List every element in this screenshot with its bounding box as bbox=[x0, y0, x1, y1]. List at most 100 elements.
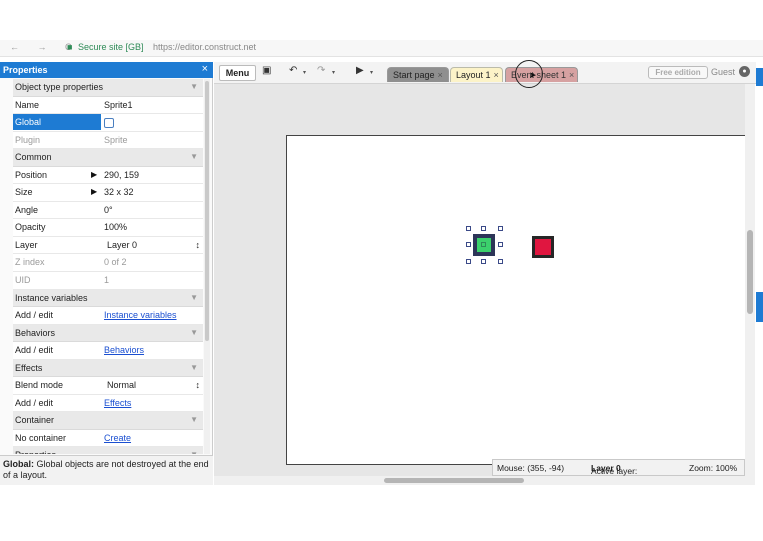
property-add-edit[interactable]: Add / edit Instance variables bbox=[13, 307, 203, 325]
property-link[interactable]: Instance variables bbox=[104, 310, 177, 320]
close-icon[interactable]: × bbox=[202, 63, 208, 75]
chevron-down-icon[interactable]: ▼ bbox=[190, 82, 198, 91]
property-value[interactable]: 32 x 32 bbox=[104, 187, 134, 197]
property-link[interactable]: Effects bbox=[104, 398, 131, 408]
property-angle[interactable]: Angle 0° bbox=[13, 201, 203, 220]
property-size[interactable]: Size ▶ 32 x 32 bbox=[13, 184, 203, 202]
undo-icon[interactable]: ↶ bbox=[289, 65, 297, 76]
resize-handle[interactable] bbox=[466, 242, 471, 247]
category-object-type-properties[interactable]: Object type properties ▼ bbox=[13, 79, 203, 97]
resize-handle[interactable] bbox=[481, 259, 486, 264]
vertical-scroll-thumb[interactable] bbox=[747, 230, 753, 314]
save-icon[interactable]: ▣ bbox=[262, 65, 271, 76]
property-blend-mode[interactable]: Blend mode Normal ↕ bbox=[13, 377, 203, 395]
sprite2-fill bbox=[535, 239, 551, 255]
chevron-down-icon[interactable]: ▾ bbox=[370, 69, 373, 76]
chevron-down-icon[interactable]: ▼ bbox=[190, 328, 198, 337]
properties-header: Properties × bbox=[0, 62, 213, 78]
mouse-position: Mouse: (355, -94) bbox=[497, 463, 565, 473]
category-container[interactable]: Container ▼ bbox=[13, 412, 203, 430]
property-value[interactable]: 290, 159 bbox=[104, 170, 139, 180]
property-global[interactable]: Global bbox=[13, 114, 203, 132]
global-checkbox[interactable] bbox=[104, 118, 114, 129]
resize-handle[interactable] bbox=[498, 259, 503, 264]
redo-icon[interactable]: ↷ bbox=[317, 65, 325, 76]
property-layer[interactable]: Layer Layer 0 ↕ bbox=[13, 236, 203, 255]
menu-button[interactable]: Menu bbox=[219, 65, 256, 81]
canvas-vertical-scrollbar[interactable] bbox=[745, 84, 755, 478]
close-icon[interactable]: × bbox=[569, 70, 574, 80]
property-add-edit[interactable]: Add / edit Effects bbox=[13, 394, 203, 413]
help-text: Global objects are not destroyed at the … bbox=[3, 459, 209, 480]
layout-canvas[interactable] bbox=[214, 84, 755, 478]
url-text[interactable]: https://editor.construct.net bbox=[153, 42, 256, 52]
property-name[interactable]: Name Sprite1 bbox=[13, 96, 203, 115]
property-key: Global bbox=[13, 114, 101, 131]
chevron-down-icon[interactable]: ▼ bbox=[190, 152, 198, 161]
property-position[interactable]: Position ▶ 290, 159 bbox=[13, 166, 203, 185]
category-label: Common bbox=[15, 152, 52, 163]
play-icon[interactable]: ▶ bbox=[356, 65, 364, 76]
property-no-container[interactable]: No container Create bbox=[13, 429, 203, 448]
property-key: Add / edit bbox=[15, 345, 54, 356]
property-link[interactable]: Create bbox=[104, 433, 131, 443]
select-arrows-icon[interactable]: ↕ bbox=[196, 380, 201, 390]
resize-handle[interactable] bbox=[466, 226, 471, 231]
resize-handle[interactable] bbox=[498, 242, 503, 247]
property-select[interactable]: Layer 0 bbox=[107, 240, 137, 250]
property-key: Blend mode bbox=[15, 380, 64, 391]
chevron-down-icon[interactable]: ▾ bbox=[303, 69, 306, 76]
category-behaviors[interactable]: Behaviors ▼ bbox=[13, 324, 203, 343]
tab-label: Layout 1 bbox=[456, 70, 491, 80]
category-instance-variables[interactable]: Instance variables ▼ bbox=[13, 289, 203, 308]
chevron-down-icon[interactable]: ▼ bbox=[190, 415, 198, 424]
guest-label[interactable]: Guest bbox=[711, 67, 735, 77]
expand-arrow-icon[interactable]: ▶ bbox=[91, 187, 97, 196]
resize-handle[interactable] bbox=[498, 226, 503, 231]
chevron-down-icon[interactable]: ▼ bbox=[190, 450, 198, 454]
property-value[interactable]: 0° bbox=[104, 205, 113, 215]
browser-address-bar: ← → C ■ Secure site [GB] https://editor.… bbox=[0, 40, 763, 57]
tab-start-page[interactable]: Start page × bbox=[387, 67, 449, 82]
sprite2-instance[interactable] bbox=[532, 236, 554, 258]
panel-tab[interactable] bbox=[756, 68, 763, 86]
expand-arrow-icon[interactable]: ▶ bbox=[91, 170, 97, 179]
property-z-index[interactable]: Z index 0 of 2 bbox=[13, 254, 203, 273]
property-opacity[interactable]: Opacity 100% bbox=[13, 219, 203, 237]
horizontal-scroll-thumb[interactable] bbox=[384, 478, 524, 483]
category-properties[interactable]: Properties ▼ bbox=[13, 447, 203, 454]
tab-layout-1[interactable]: Layout 1 × bbox=[450, 67, 503, 82]
canvas-horizontal-scrollbar[interactable] bbox=[214, 476, 755, 485]
chevron-down-icon[interactable]: ▾ bbox=[332, 69, 335, 76]
user-icon[interactable]: ● bbox=[739, 66, 750, 77]
category-common[interactable]: Common ▼ bbox=[13, 149, 203, 167]
properties-scrollbar[interactable] bbox=[204, 79, 210, 454]
property-value[interactable]: 100% bbox=[104, 222, 127, 232]
panel-tab[interactable] bbox=[756, 292, 763, 322]
help-term: Global: bbox=[3, 459, 34, 469]
property-key: Position bbox=[15, 169, 48, 180]
chevron-down-icon[interactable]: ▼ bbox=[190, 363, 198, 372]
property-key: Name bbox=[15, 99, 40, 110]
right-panel-edge bbox=[756, 62, 763, 485]
close-icon[interactable]: × bbox=[494, 70, 499, 80]
property-uid[interactable]: UID 1 bbox=[13, 272, 203, 290]
category-effects[interactable]: Effects ▼ bbox=[13, 359, 203, 378]
property-value[interactable]: Sprite1 bbox=[104, 100, 133, 110]
property-add-edit[interactable]: Add / edit Behaviors bbox=[13, 342, 203, 360]
property-plugin[interactable]: Plugin Sprite bbox=[13, 131, 203, 150]
property-select[interactable]: Normal bbox=[107, 380, 136, 390]
properties-scroll-thumb[interactable] bbox=[205, 81, 209, 341]
zoom-level: Zoom: 100% bbox=[689, 463, 738, 473]
select-arrows-icon[interactable]: ↕ bbox=[196, 240, 201, 250]
chevron-down-icon[interactable]: ▼ bbox=[190, 293, 198, 302]
category-label: Effects bbox=[15, 362, 43, 373]
close-icon[interactable]: × bbox=[438, 70, 443, 80]
properties-title: Properties bbox=[3, 65, 48, 75]
resize-handle[interactable] bbox=[481, 226, 486, 231]
layout-area[interactable] bbox=[286, 135, 755, 465]
resize-handle[interactable] bbox=[466, 259, 471, 264]
origin-point bbox=[481, 242, 486, 247]
property-link[interactable]: Behaviors bbox=[104, 345, 144, 355]
free-edition-badge[interactable]: Free edition bbox=[648, 66, 708, 79]
